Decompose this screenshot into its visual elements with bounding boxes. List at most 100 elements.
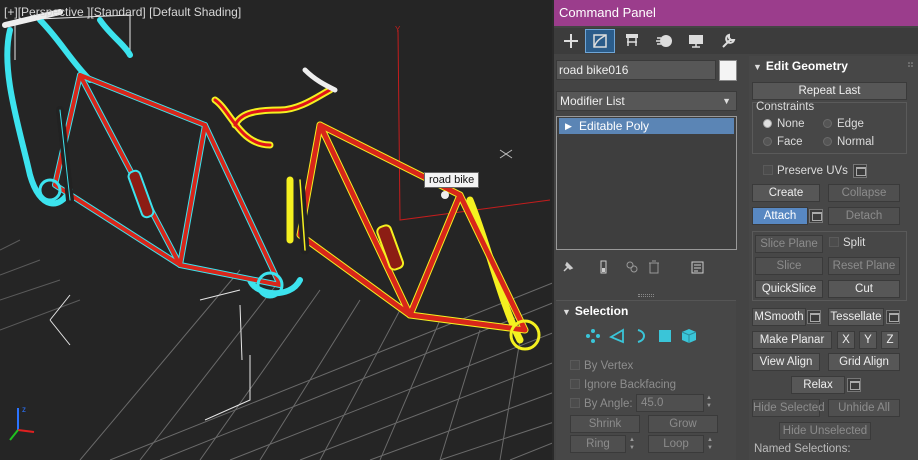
hide-unselected-button[interactable]: Hide Unselected (779, 422, 871, 440)
ring-spinner[interactable]: ▲ ▼ (628, 436, 636, 452)
slice-button[interactable]: Slice (755, 257, 823, 275)
object-tooltip: road bike (424, 172, 480, 188)
show-end-result-icon[interactable] (596, 259, 612, 275)
by-vertex-option[interactable]: By Vertex (570, 359, 633, 373)
create-button[interactable]: Create (752, 184, 820, 202)
loop-button[interactable]: Loop (648, 435, 704, 453)
object-color-swatch[interactable] (719, 60, 737, 81)
preserve-uvs-label: Preserve UVs (777, 165, 848, 177)
repeat-last-button[interactable]: Repeat Last (752, 82, 907, 100)
by-angle-value-field[interactable]: 45.0 (636, 394, 704, 412)
viewport-view-menu[interactable]: [Perspective ] (18, 5, 91, 19)
preserve-uvs-checkbox[interactable] (763, 165, 773, 175)
constraint-none-radio[interactable] (763, 119, 772, 128)
panel-resize-handle[interactable] (638, 294, 654, 297)
by-angle-option[interactable]: By Angle: (570, 397, 633, 411)
constraints-label: Constraints (756, 101, 815, 113)
split-checkbox[interactable] (829, 237, 839, 247)
display-tab[interactable] (681, 29, 711, 53)
motion-tab[interactable] (649, 29, 679, 53)
attach-list-button[interactable] (809, 209, 823, 223)
quickslice-button[interactable]: QuickSlice (755, 280, 823, 298)
collapse-arrow-icon: ▼ (562, 307, 571, 317)
edit-geometry-rollout: ▼ Edit Geometry Repeat Last Constraints N… (749, 56, 918, 460)
create-tab[interactable] (556, 29, 586, 53)
view-align-button[interactable]: View Align (752, 353, 820, 371)
configure-modifier-sets-icon[interactable] (690, 259, 706, 275)
make-planar-x-button[interactable]: X (837, 331, 855, 349)
constraint-face-radio[interactable] (763, 137, 772, 146)
constraint-face-label: Face (777, 136, 803, 148)
collapse-button[interactable]: Collapse (828, 184, 900, 202)
command-panel-tabs (554, 28, 918, 54)
perspective-viewport[interactable]: Y z [+][Perspective][Standard] [Default… (0, 0, 552, 460)
make-planar-y-button[interactable]: Y (859, 331, 877, 349)
viewport-shading-menu[interactable]: [Default Shading] (149, 5, 241, 19)
cut-button[interactable]: Cut (828, 280, 900, 298)
polygon-icon[interactable] (656, 327, 674, 345)
relax-settings-button[interactable] (847, 378, 861, 392)
rollout-drag-dots-icon[interactable] (908, 62, 914, 70)
display-icon (689, 35, 703, 48)
shrink-button[interactable]: Shrink (570, 415, 640, 433)
make-planar-z-button[interactable]: Z (881, 331, 899, 349)
edge-icon[interactable] (608, 327, 626, 345)
edit-geometry-header[interactable]: ▼ Edit Geometry (749, 56, 918, 76)
border-icon[interactable] (632, 327, 650, 345)
modify-tab[interactable] (585, 29, 615, 53)
preserve-uvs-option[interactable]: Preserve UVs (763, 165, 848, 177)
split-option[interactable]: Split (829, 237, 865, 249)
viewport-plus-menu[interactable]: [+] (4, 5, 18, 19)
ring-button[interactable]: Ring (570, 435, 626, 453)
object-name-field[interactable]: road bike016 (556, 60, 716, 80)
constraint-face-option[interactable]: Face (763, 136, 803, 148)
constraint-normal-radio[interactable] (823, 137, 832, 146)
msmooth-settings-button[interactable] (807, 310, 821, 324)
make-unique-icon[interactable] (624, 259, 640, 275)
expand-arrow-icon[interactable]: ▶ (565, 118, 572, 134)
modifier-list-dropdown[interactable]: Modifier List ▼ (556, 91, 737, 111)
unhide-all-button[interactable]: Unhide All (828, 399, 900, 417)
detach-button[interactable]: Detach (828, 207, 900, 225)
preserve-uvs-settings-button[interactable] (853, 164, 867, 178)
constraint-edge-option[interactable]: Edge (823, 118, 864, 130)
by-angle-checkbox[interactable] (570, 398, 580, 408)
viewport-standard-menu[interactable]: [Standard] (90, 5, 145, 19)
constraint-none-label: None (777, 118, 805, 130)
constraint-none-option[interactable]: None (763, 118, 805, 130)
modifier-stack[interactable]: ▶ Editable Poly (556, 116, 737, 250)
remove-modifier-icon[interactable] (646, 259, 662, 275)
by-angle-spinner[interactable]: ▲ ▼ (705, 394, 713, 410)
by-vertex-checkbox[interactable] (570, 360, 580, 370)
msmooth-button[interactable]: MSmooth (752, 308, 806, 326)
ignore-backfacing-checkbox[interactable] (570, 379, 580, 389)
edit-geometry-title: Edit Geometry (765, 59, 848, 73)
axis-tripod: z (9, 405, 35, 441)
grid-align-button[interactable]: Grid Align (828, 353, 900, 371)
selection-rollout-header[interactable]: ▼ Selection (556, 301, 736, 321)
slice-plane-button[interactable]: Slice Plane (755, 235, 823, 253)
tessellate-settings-button[interactable] (886, 310, 900, 324)
reset-plane-button[interactable]: Reset Plane (828, 257, 900, 275)
relax-button[interactable]: Relax (791, 376, 845, 394)
grow-button[interactable]: Grow (648, 415, 718, 433)
attach-button[interactable]: Attach (752, 207, 808, 225)
constraint-normal-option[interactable]: Normal (823, 136, 874, 148)
stack-item-editable-poly[interactable]: ▶ Editable Poly (559, 118, 734, 134)
motion-icon (656, 35, 672, 47)
constraint-edge-radio[interactable] (823, 119, 832, 128)
tessellate-button[interactable]: Tessellate (828, 308, 884, 326)
pin-stack-icon[interactable] (560, 259, 576, 275)
loop-spinner[interactable]: ▲ ▼ (706, 436, 714, 452)
viewport-label[interactable]: [+][Perspective ][Standard] [Default Sha… (4, 5, 241, 19)
hierarchy-tab[interactable] (617, 29, 647, 53)
element-icon[interactable] (680, 327, 698, 345)
hide-selected-button[interactable]: Hide Selected (752, 399, 825, 417)
vertex-icon[interactable] (584, 327, 602, 345)
modify-left-column: road bike016 Modifier List ▼ ▶ Editable … (554, 56, 744, 460)
make-planar-button[interactable]: Make Planar (752, 331, 832, 349)
ignore-backfacing-option[interactable]: Ignore Backfacing (570, 378, 676, 392)
by-angle-label: By Angle: (584, 398, 633, 410)
utilities-tab[interactable] (713, 29, 743, 53)
collapse-arrow-icon: ▼ (753, 62, 762, 72)
